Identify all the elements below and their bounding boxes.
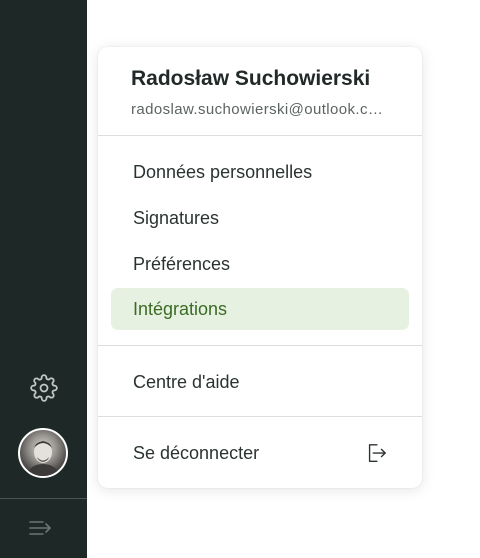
user-avatar-image bbox=[26, 441, 60, 476]
sidebar-divider bbox=[0, 498, 87, 499]
menu-item-signatures[interactable]: Signatures bbox=[111, 197, 409, 239]
avatar[interactable] bbox=[18, 428, 68, 478]
user-name: Radosław Suchowierski bbox=[131, 67, 371, 90]
menu-item-integrations[interactable]: Intégrations bbox=[111, 288, 409, 330]
menu-item-label: Intégrations bbox=[133, 298, 228, 319]
menu-item-label: Données personnelles bbox=[133, 161, 313, 182]
menu-item-preferences[interactable]: Préférences bbox=[111, 243, 409, 285]
sidebar bbox=[0, 0, 87, 558]
menu-item-label: Se déconnecter bbox=[133, 442, 260, 463]
menu-item-label: Signatures bbox=[133, 207, 220, 228]
user-email: radoslaw.suchowierski@outlook.com bbox=[131, 101, 387, 118]
logout-icon bbox=[368, 444, 386, 462]
menu-item-label: Préférences bbox=[133, 253, 231, 274]
sidebar-expand-button[interactable] bbox=[26, 516, 56, 540]
gear-icon bbox=[30, 374, 58, 402]
sidebar-expand-icon bbox=[29, 521, 51, 535]
menu-divider bbox=[98, 345, 422, 346]
settings-button[interactable] bbox=[28, 372, 60, 404]
menu-divider bbox=[98, 416, 422, 417]
menu-item-personal-data[interactable]: Données personnelles bbox=[111, 151, 409, 193]
app-window: Radosław Suchowierski radoslaw.suchowier… bbox=[0, 0, 480, 558]
menu-divider bbox=[98, 135, 422, 136]
account-menu: Radosław Suchowierski radoslaw.suchowier… bbox=[98, 47, 422, 488]
menu-item-help-center[interactable]: Centre d'aide bbox=[111, 361, 409, 403]
menu-item-label: Centre d'aide bbox=[133, 371, 240, 392]
menu-item-logout[interactable]: Se déconnecter bbox=[111, 432, 409, 474]
